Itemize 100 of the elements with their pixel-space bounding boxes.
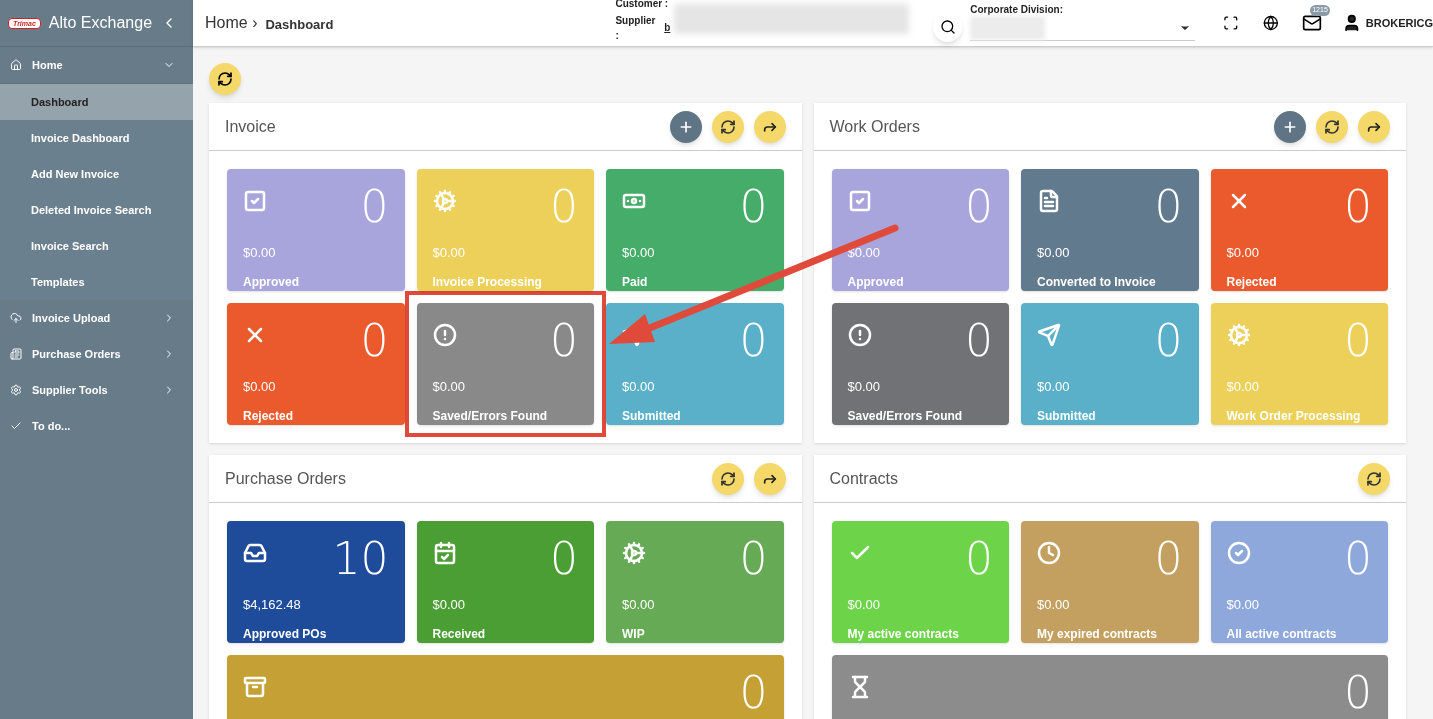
amount: $0.00 (432, 378, 467, 396)
amount: $0.00 (432, 596, 467, 614)
status-tile[interactable]: 0 $0.00 Rejected (227, 303, 405, 425)
amount: $0.00 (1037, 244, 1071, 262)
status-tile[interactable]: 0 $0.00 Saved/Errors Found (831, 303, 1009, 425)
add-button[interactable] (669, 110, 702, 143)
refresh-icon (719, 470, 736, 487)
status-tile[interactable]: 0 $0.00 Received (416, 521, 594, 643)
refresh-button[interactable] (1358, 462, 1390, 495)
count: 0 (1344, 319, 1372, 363)
count: 0 (550, 185, 578, 229)
nav-subitem[interactable]: Invoice Search (0, 228, 193, 264)
tile-label: Saved/Errors Found (432, 407, 549, 425)
tile-label: Converted to Invoice (1037, 273, 1157, 291)
user-name[interactable]: BROKERICG (1365, 14, 1433, 32)
globe-icon[interactable] (1262, 15, 1279, 31)
app-title: Alto Exchange (48, 13, 153, 33)
count: 0 (1154, 319, 1183, 363)
count: 0 (1344, 185, 1372, 229)
refresh-button[interactable] (711, 462, 744, 495)
refresh-icon (217, 71, 233, 87)
check-circle-icon (1226, 541, 1251, 565)
share-button[interactable] (1358, 110, 1390, 143)
mail-icon[interactable] (1302, 13, 1323, 33)
nav-item[interactable]: Home (0, 47, 193, 83)
add-button[interactable] (1274, 110, 1306, 143)
status-tile[interactable]: 0 $0.00 Submitted (606, 303, 784, 425)
tile-label: Approved (243, 273, 300, 291)
status-tile[interactable]: 0 $0.00 Paid (606, 169, 784, 291)
gears-icon (622, 541, 646, 565)
alert-icon (432, 323, 457, 347)
status-tile[interactable]: 0 $0.00 WIP (606, 521, 784, 643)
search-icon (939, 19, 956, 35)
amount: $0.00 (243, 244, 277, 262)
nav-subitem[interactable]: Dashboard (0, 84, 193, 120)
status-tile[interactable]: 0 $0.00 My expired contracts (1021, 521, 1199, 643)
nav-item[interactable]: Supplier Tools (0, 372, 193, 408)
supplier-link[interactable]: b (664, 20, 671, 35)
status-tile[interactable]: 0 $0.00 Approved (227, 169, 405, 291)
share-button[interactable] (753, 462, 786, 495)
tile-label: WIP (622, 625, 646, 643)
amount: $0.00 (622, 596, 656, 614)
tile-label: Invoice Processing (432, 273, 543, 291)
tile-label: Paid (622, 273, 649, 291)
amount: $0.00 (1226, 596, 1261, 614)
count: 0 (550, 537, 578, 581)
paper-plane-icon (1037, 323, 1061, 347)
gears-icon (1226, 323, 1251, 347)
customer-label: Customer : (615, 0, 669, 11)
panel-title: Contracts (829, 468, 898, 489)
status-tile[interactable]: 0 $0.00 All active contracts (1210, 521, 1388, 643)
panel-title: Invoice (225, 116, 276, 137)
status-tile[interactable]: 0 $0.00 Converted to Invoice (1021, 169, 1199, 291)
amount: $0.00 (432, 244, 467, 262)
refresh-icon (1324, 118, 1340, 135)
search-button[interactable] (932, 12, 963, 42)
refresh-icon (719, 118, 736, 135)
breadcrumb-link[interactable]: Home › (205, 11, 258, 35)
amount: $0.00 (1037, 596, 1071, 614)
fullscreen-icon[interactable] (1222, 15, 1239, 31)
settings-icon (10, 384, 22, 396)
refresh-button[interactable] (209, 63, 241, 95)
tile-label: Work Order Processing (1226, 407, 1362, 425)
count: 0 (739, 537, 768, 581)
nav-item[interactable]: Purchase Orders (0, 336, 193, 372)
checkbox-icon (847, 189, 872, 213)
nav-subitem[interactable]: Add New Invoice (0, 156, 193, 192)
tile-label: Submitted (1037, 407, 1097, 425)
share-button[interactable] (753, 110, 786, 143)
tile-label: Rejected (1226, 273, 1278, 291)
count: 0 (550, 319, 578, 363)
status-tile[interactable]: 0 $0.00 Saved/Errors Found (416, 303, 594, 425)
archive-icon (243, 675, 267, 699)
status-tile[interactable]: 0 (831, 655, 1388, 719)
calendar-check-icon (432, 541, 457, 565)
nav-subitem[interactable]: Templates (0, 264, 193, 300)
status-tile[interactable]: 0 $0.00 Rejected (1210, 169, 1388, 291)
nav-item[interactable]: To do... (0, 408, 193, 444)
nav-subitem[interactable]: Deleted Invoice Search (0, 192, 193, 228)
tile-label: All active contracts (1226, 625, 1338, 643)
amount: $0.00 (622, 244, 656, 262)
status-tile[interactable]: 10 $4,162.48 Approved POs (227, 521, 405, 643)
document-icon (1037, 189, 1061, 213)
count: 0 (360, 319, 389, 363)
cloud-upload-icon (10, 312, 22, 324)
nav-item[interactable]: Invoice Upload (0, 300, 193, 336)
nav-subitem[interactable]: Invoice Dashboard (0, 120, 193, 156)
status-tile[interactable]: 0 (227, 655, 784, 719)
count: 0 (739, 185, 768, 229)
amount: $0.00 (622, 378, 656, 396)
status-tile[interactable]: 0 $0.00 Submitted (1021, 303, 1199, 425)
amount: $0.00 (1226, 378, 1261, 396)
home-icon (10, 59, 22, 71)
refresh-button[interactable] (1316, 110, 1348, 143)
inbox-icon (243, 541, 267, 565)
count: 0 (1344, 671, 1372, 715)
refresh-button[interactable] (711, 110, 744, 143)
tile-label: Saved/Errors Found (847, 407, 964, 425)
panel-title: Purchase Orders (225, 468, 346, 489)
count: 0 (965, 319, 993, 363)
